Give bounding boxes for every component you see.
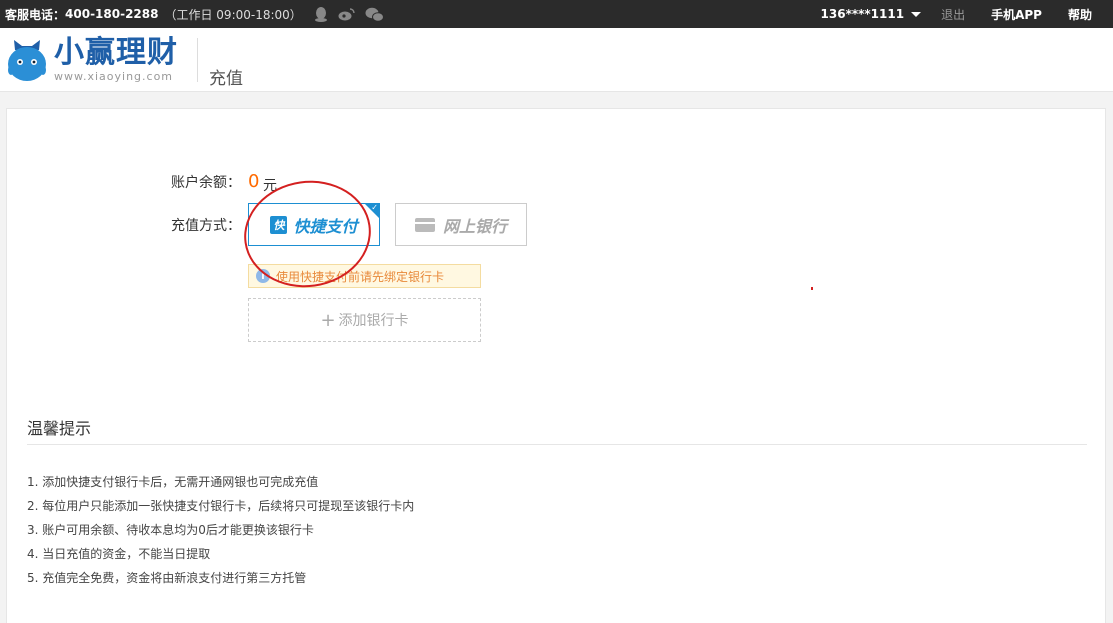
add-card-label: 添加银行卡 bbox=[338, 313, 409, 329]
user-menu[interactable]: 136****1111 bbox=[821, 7, 922, 21]
hotline-label: 客服电话： bbox=[5, 7, 66, 22]
logout-link[interactable]: 退出 bbox=[941, 6, 965, 23]
list-item: 1. 添加快捷支付银行卡后，无需开通网银也可完成充值 bbox=[27, 475, 319, 489]
hotline-number: 400-180-2288 bbox=[65, 7, 159, 21]
mobile-app-link[interactable]: 手机APP bbox=[991, 6, 1042, 23]
online-bank-label: 网上银行 bbox=[442, 216, 507, 236]
service-hours: （工作日 09:00-18:00） bbox=[164, 7, 302, 22]
annotation-dot bbox=[811, 287, 813, 290]
add-bank-card-button[interactable]: + 添加银行卡 bbox=[248, 298, 481, 342]
site-header: 小赢理财 www.xiaoying.com 充值 bbox=[0, 28, 1113, 92]
chevron-down-icon bbox=[911, 11, 922, 17]
qq-icon[interactable] bbox=[314, 6, 328, 22]
tips-list: 1. 添加快捷支付银行卡后，无需开通网银也可完成充值 2. 每位用户只能添加一张… bbox=[27, 473, 414, 593]
help-link[interactable]: 帮助 bbox=[1068, 6, 1092, 23]
online-bank-option[interactable]: 网上银行 bbox=[395, 203, 527, 246]
plus-icon: + bbox=[320, 309, 336, 331]
list-item: 5. 充值完全免费，资金将由新浪支付进行第三方托管 bbox=[27, 571, 307, 585]
header-divider bbox=[197, 38, 198, 82]
mascot-icon bbox=[6, 36, 48, 86]
logo-domain: www.xiaoying.com bbox=[54, 70, 174, 83]
tips-title: 温馨提示 bbox=[27, 419, 92, 438]
method-label: 充值方式： bbox=[171, 218, 241, 234]
balance-label: 账户余额： bbox=[171, 175, 241, 191]
top-bar: 客服电话： 400-180-2288 （工作日 09:00-18:00） 136… bbox=[0, 0, 1113, 28]
list-item: 2. 每位用户只能添加一张快捷支付银行卡，后续将只可提现至该银行卡内 bbox=[27, 499, 415, 513]
user-nav: 136****1111 退出 手机APP 帮助 bbox=[821, 0, 1113, 28]
wechat-icon[interactable] bbox=[365, 7, 384, 22]
check-icon: ✓ bbox=[371, 203, 378, 212]
social-links bbox=[314, 6, 384, 22]
weibo-icon[interactable] bbox=[338, 7, 355, 21]
tips-divider bbox=[27, 444, 1087, 445]
bank-card-icon bbox=[414, 217, 435, 232]
balance-value: 0 bbox=[248, 171, 260, 192]
hotline-area: 客服电话： 400-180-2288 （工作日 09:00-18:00） bbox=[5, 0, 384, 28]
list-item: 4. 当日充值的资金，不能当日提取 bbox=[27, 547, 211, 561]
logo[interactable]: 小赢理财 www.xiaoying.com bbox=[6, 36, 178, 86]
logo-title: 小赢理财 bbox=[54, 35, 178, 70]
recharge-panel: 账户余额： 0 元 充值方式： 快 快捷支付 ✓ 网上银行 i 使用快捷支付前请… bbox=[6, 108, 1106, 623]
user-phone: 136****1111 bbox=[820, 7, 905, 21]
list-item: 3. 账户可用余额、待收本息均为0后才能更换该银行卡 bbox=[27, 523, 314, 537]
page-title: 充值 bbox=[209, 69, 243, 89]
